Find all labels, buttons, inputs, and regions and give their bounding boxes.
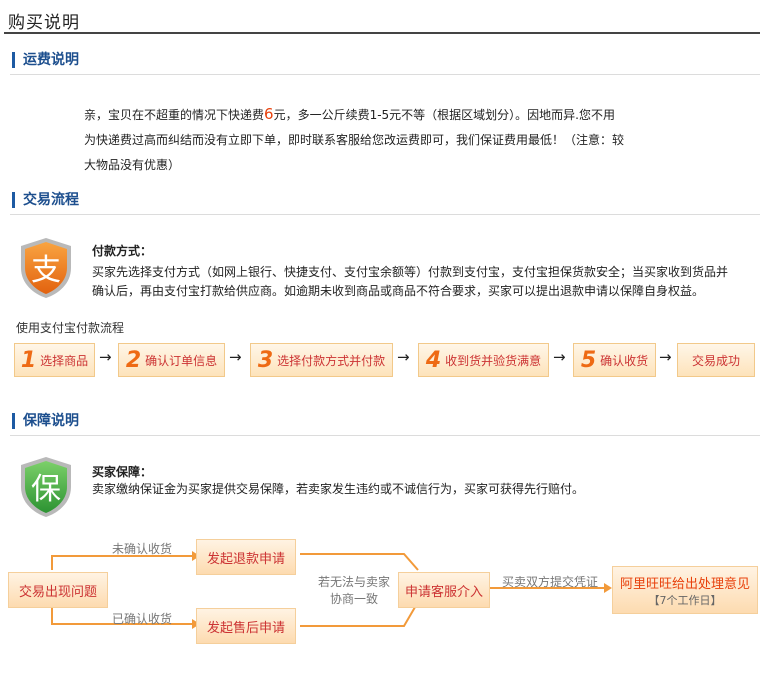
not-confirmed-label: 未确认收货	[112, 542, 173, 556]
result-line-2: 【7个工作日】	[648, 593, 722, 607]
negotiate-line-1: 若无法与卖家	[317, 575, 390, 589]
negotiate-line-2: 协商一致	[329, 592, 378, 606]
result-box: 阿里旺旺给出处理意见 【7个工作日】	[612, 566, 758, 614]
negotiate-note: 若无法与卖家 协商一致	[314, 574, 394, 608]
aftersale-box: 发起售后申请	[196, 608, 296, 644]
result-line-1: 阿里旺旺给出处理意见	[619, 576, 750, 592]
refund-box: 发起退款申请	[196, 539, 296, 575]
evidence-label: 买卖双方提交凭证	[502, 575, 599, 589]
confirmed-label: 已确认收货	[112, 612, 173, 626]
service-box: 申请客服介入	[398, 572, 490, 608]
problem-box: 交易出现问题	[8, 572, 108, 608]
